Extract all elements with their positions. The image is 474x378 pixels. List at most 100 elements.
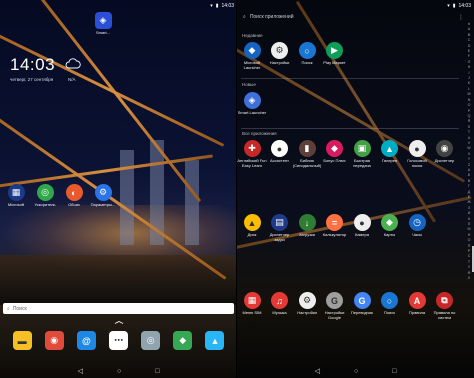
app-icon: ▦ xyxy=(7,184,25,201)
app-launcher-item[interactable]: ◆ Бонус Плюс xyxy=(320,140,350,164)
app-label: Поиск xyxy=(301,60,313,65)
smart-launcher-icon: ◈ xyxy=(94,12,112,29)
clock-widget[interactable]: 14:03 xyxy=(10,55,55,75)
app-icon: ▤ xyxy=(271,214,288,231)
status-time: 14:03 xyxy=(458,2,471,9)
app-launcher-item[interactable]: ◆ Microsoft Launcher xyxy=(237,42,267,70)
status-time: 14:03 xyxy=(221,2,234,9)
camera-icon[interactable]: ◎ xyxy=(141,331,161,350)
home-search-bar[interactable]: ⌕ Поиск xyxy=(3,303,234,314)
navigation-bar: ◁ ○ □ xyxy=(0,364,237,378)
wifi-icon: ▾ xyxy=(210,2,213,9)
home-screen: ▾ ▮ 14:03 ◈ Smart... 14:03 четверг, 27 с… xyxy=(0,0,237,378)
wifi-icon: ▾ xyxy=(447,2,450,9)
app-launcher-item[interactable]: ▲ Галерея xyxy=(375,140,405,164)
chrome-icon[interactable]: ◉ xyxy=(44,331,64,350)
back-icon[interactable]: ◁ xyxy=(78,367,83,375)
divider xyxy=(241,128,459,129)
app-launcher-item[interactable]: ✚ Английский Fun Easy Learn xyxy=(237,140,267,168)
app-launcher-item[interactable]: ◈ Smart Launcher xyxy=(237,92,267,116)
app-launcher-item[interactable]: ♫ Музыка xyxy=(265,292,295,316)
app-launcher-item[interactable]: ◎ Ускоритель xyxy=(30,184,60,208)
alphabet-index-letter[interactable]: Х xyxy=(468,276,470,281)
app-launcher-item[interactable]: ⧉ Правила по систем xyxy=(430,292,460,320)
app-label: Часы xyxy=(412,232,422,237)
messages-icon[interactable]: ▬ xyxy=(12,331,32,350)
battery-icon: ▮ xyxy=(215,2,219,9)
app-launcher-item[interactable]: A Правила xyxy=(402,292,432,316)
app-launcher-item[interactable]: ▦ Меню SIM xyxy=(237,292,267,316)
app-launcher-item[interactable]: ↓ Загрузки xyxy=(292,214,322,238)
app-launcher-item[interactable]: ▦ Microsoft xyxy=(1,184,31,208)
app-search-field[interactable]: ⌕ Поиск приложений ⋮ xyxy=(240,12,464,22)
app-icon: ◈ xyxy=(243,92,261,109)
app-label: Загрузки xyxy=(298,232,316,237)
app-icon: ▮ xyxy=(298,140,316,157)
app-label: Диспетчер задач xyxy=(269,232,290,242)
app-label: Голосовой поиск xyxy=(407,158,427,168)
recents-icon[interactable]: □ xyxy=(155,368,159,375)
chevron-up-icon[interactable] xyxy=(114,321,124,324)
app-launcher-item[interactable]: ▶ Play Маркет xyxy=(320,42,350,66)
app-icon: ● xyxy=(271,140,288,157)
app-launcher-item[interactable]: ● Камера xyxy=(347,214,377,238)
alphabet-index[interactable]: # A B C D E F G H I J K L M N O P Q R S T U V W X Y Z А Б В Г Д Е Ж З И К Л М Н… xyxy=(466,22,472,282)
app-icon: ◆ xyxy=(243,42,261,59)
more-options-icon[interactable]: ⋮ xyxy=(458,14,464,21)
apps-grid-icon[interactable]: ⋯ xyxy=(108,331,128,350)
app-icon: ▲ xyxy=(381,140,398,157)
app-icon: ● xyxy=(408,140,426,157)
cloud-icon[interactable] xyxy=(65,57,81,71)
app-label: Ассистент xyxy=(270,158,289,163)
app-launcher-item[interactable]: ◷ Часы xyxy=(402,214,432,238)
app-label: Галерея xyxy=(381,158,398,163)
app-label: Переводчик xyxy=(350,310,374,315)
home-icon[interactable]: ○ xyxy=(354,368,358,375)
app-icon: ⚙ xyxy=(298,292,316,309)
app-launcher-item[interactable]: ● Голосовой поиск xyxy=(402,140,432,168)
app-icon: ⧉ xyxy=(436,292,453,309)
app-label: Play Маркет xyxy=(323,60,346,65)
app-smart-launcher[interactable]: ◈ Smart... xyxy=(88,12,118,36)
app-launcher-item[interactable]: ▤ Диспетчер задач xyxy=(265,214,295,242)
app-label: Правила xyxy=(408,310,426,315)
app-icon: G xyxy=(326,292,343,309)
app-label: Камера xyxy=(355,232,369,237)
maps-icon[interactable]: ◆ xyxy=(173,331,193,350)
app-launcher-item[interactable]: ⚙ Настройки xyxy=(292,292,322,316)
app-launcher-item[interactable]: ○ Поиск xyxy=(292,42,322,66)
app-icon: ○ xyxy=(298,42,316,59)
app-icon: ⚙ xyxy=(94,184,112,201)
weather-label: N/A xyxy=(68,77,76,82)
app-launcher-item[interactable]: ⚙ Параметры... xyxy=(88,184,118,208)
app-label: Быстрая передача xyxy=(353,158,371,168)
app-label: Обоих xyxy=(68,202,80,207)
app-label: Диск xyxy=(247,232,257,237)
app-icon: ◎ xyxy=(36,184,54,201)
app-launcher-item[interactable]: G Настройки Google xyxy=(320,292,350,320)
app-launcher-item[interactable]: = Калькулятор xyxy=(320,214,350,238)
app-label: Microsoft xyxy=(7,202,25,207)
app-launcher-item[interactable]: ▲ Диск xyxy=(237,214,267,238)
app-icon: ◆ xyxy=(326,140,343,157)
app-icon: ▣ xyxy=(353,140,371,157)
app-launcher-item[interactable]: ◉ Диспетчер xyxy=(430,140,460,164)
gallery-icon[interactable]: ▲ xyxy=(205,331,225,350)
app-launcher-item[interactable]: ▮ Библия (Синодальный) xyxy=(292,140,322,168)
app-launcher-item[interactable]: ◆ Карты xyxy=(375,214,405,238)
app-label: Настройки xyxy=(297,310,317,315)
app-icon: ▦ xyxy=(243,292,261,309)
email-icon[interactable]: @ xyxy=(76,331,96,350)
app-launcher-item[interactable]: G Переводчик xyxy=(347,292,377,316)
app-launcher-item[interactable]: ▣ Быстрая передача xyxy=(347,140,377,168)
app-launcher-item[interactable]: ◐ Обоих xyxy=(59,184,89,208)
app-launcher-item[interactable]: ○ Поиск xyxy=(375,292,405,316)
recents-icon[interactable]: □ xyxy=(392,368,396,375)
app-launcher-item[interactable]: ● Ассистент xyxy=(265,140,295,164)
home-icon[interactable]: ○ xyxy=(117,368,121,375)
section-all-title: Все приложения xyxy=(242,131,277,136)
app-launcher-item[interactable]: ⚙ Настройки xyxy=(265,42,295,66)
back-icon[interactable]: ◁ xyxy=(315,367,320,375)
app-icon: ↓ xyxy=(298,214,316,231)
section-recent-title: Недавние xyxy=(242,33,263,38)
